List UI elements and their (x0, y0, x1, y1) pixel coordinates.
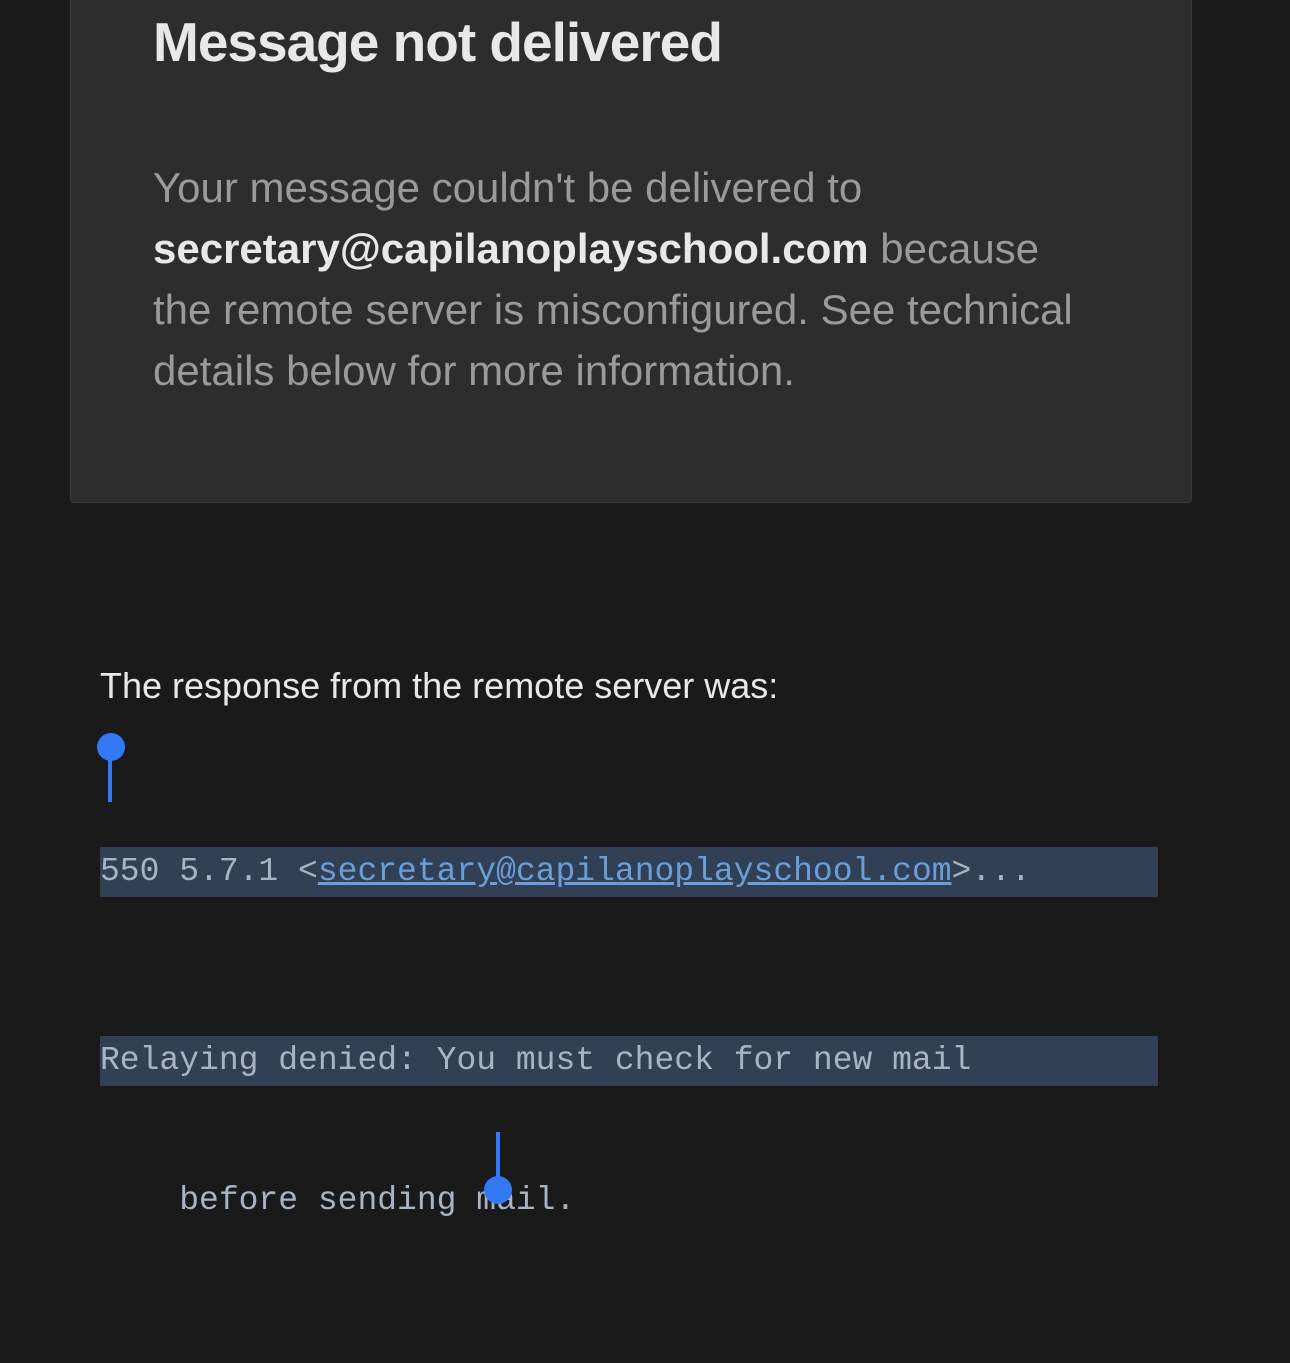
error-email-link[interactable]: secretary@capilanoplayschool.com (318, 853, 952, 890)
error-title: Message not delivered (153, 0, 1109, 74)
recipient-email: secretary@capilanoplayschool.com (153, 225, 869, 272)
body-prefix: Your message couldn't be delivered to (153, 164, 862, 211)
error-line-2: Relaying denied: You must check for new … (100, 1036, 1158, 1086)
response-label: The response from the remote server was: (100, 665, 1290, 707)
bounce-card: Message not delivered Your message could… (70, 0, 1192, 503)
error-suffix-1: >... (952, 853, 1051, 890)
error-line-1: 550 5.7.1 <secretary@capilanoplayschool.… (100, 847, 1158, 897)
error-line-3: before sending mail. (179, 1180, 575, 1221)
selection-bar-start-icon[interactable] (108, 754, 112, 802)
selection-handle-end-icon[interactable] (484, 1176, 512, 1204)
selection-bar-end-icon[interactable] (496, 1132, 500, 1180)
error-body: Your message couldn't be delivered to se… (153, 158, 1109, 402)
error-prefix: 550 5.7.1 < (100, 853, 318, 890)
smtp-error-block[interactable]: 550 5.7.1 <secretary@capilanoplayschool.… (100, 755, 1192, 1363)
